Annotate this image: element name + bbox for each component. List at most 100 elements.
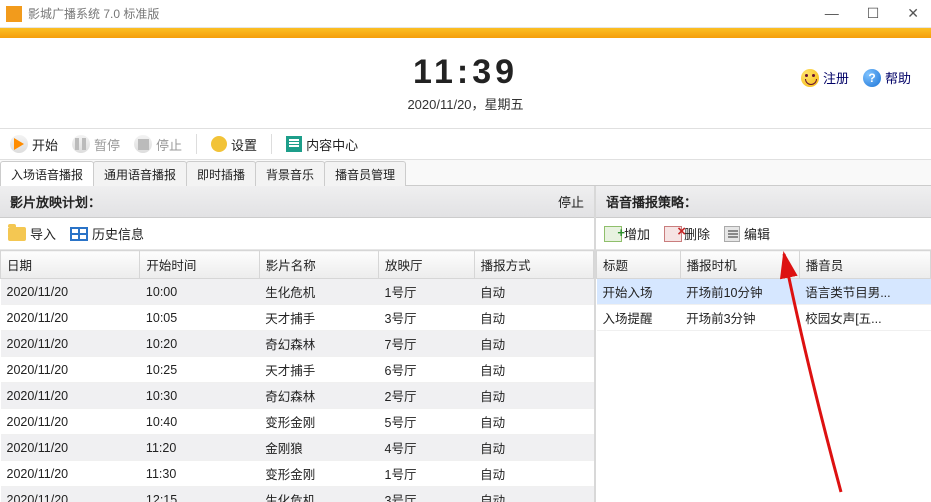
delete-button[interactable]: 删除 bbox=[664, 224, 710, 243]
table-row[interactable]: 2020/11/2010:40变形金刚5号厅自动 bbox=[1, 409, 594, 435]
left-sub-toolbar: 导入 历史信息 bbox=[0, 218, 594, 250]
table-cell: 2020/11/20 bbox=[1, 487, 140, 502]
table-cell: 10:05 bbox=[140, 305, 259, 331]
edit-label: 编辑 bbox=[744, 224, 770, 243]
table-row[interactable]: 2020/11/2011:20金刚狼4号厅自动 bbox=[1, 435, 594, 461]
split-panes: 影片放映计划： 停止 导入 历史信息 日期开始时间影片名称放映厅播报方式 202… bbox=[0, 186, 931, 502]
tab-4[interactable]: 播音员管理 bbox=[324, 161, 406, 186]
import-button[interactable]: 导入 bbox=[8, 224, 56, 243]
pause-label: 暂停 bbox=[94, 135, 120, 154]
table-cell: 7号厅 bbox=[379, 331, 475, 357]
settings-button[interactable]: 设置 bbox=[211, 135, 257, 154]
table-row[interactable]: 2020/11/2010:05天才捕手3号厅自动 bbox=[1, 305, 594, 331]
start-button[interactable]: 开始 bbox=[10, 135, 58, 154]
table-row[interactable]: 2020/11/2012:15生化危机3号厅自动 bbox=[1, 487, 594, 502]
table-cell: 2020/11/20 bbox=[1, 435, 140, 461]
add-label: 增加 bbox=[624, 224, 650, 243]
right-pane-title: 语音播报策略： bbox=[606, 192, 697, 211]
table-cell: 1号厅 bbox=[379, 461, 475, 487]
column-header[interactable]: 日期 bbox=[1, 251, 140, 279]
play-icon bbox=[10, 135, 28, 153]
grid-icon bbox=[70, 227, 88, 241]
content-center-label: 内容中心 bbox=[306, 135, 358, 154]
table-cell: 自动 bbox=[474, 357, 593, 383]
edit-button[interactable]: 编辑 bbox=[724, 224, 770, 243]
minimize-button[interactable]: — bbox=[825, 5, 839, 22]
edit-icon bbox=[724, 226, 740, 242]
tab-1[interactable]: 通用语音播报 bbox=[93, 161, 187, 186]
left-pane: 影片放映计划： 停止 导入 历史信息 日期开始时间影片名称放映厅播报方式 202… bbox=[0, 186, 596, 502]
column-header[interactable]: 播音员 bbox=[799, 251, 930, 279]
stop-label: 停止 bbox=[156, 135, 182, 154]
column-header[interactable]: 标题 bbox=[597, 251, 681, 279]
close-button[interactable]: ✕ bbox=[907, 5, 919, 22]
add-icon bbox=[604, 226, 622, 242]
help-button[interactable]: ? 帮助 bbox=[863, 68, 911, 87]
table-cell: 自动 bbox=[474, 435, 593, 461]
pause-button[interactable]: 暂停 bbox=[72, 135, 120, 154]
clock-date: 2020/11/20，星期五 bbox=[407, 94, 523, 113]
right-grid[interactable]: 标题播报时机播音员 开始入场开场前10分钟语言类节目男...入场提醒开场前3分钟… bbox=[596, 250, 931, 331]
table-cell: 6号厅 bbox=[379, 357, 475, 383]
help-icon: ? bbox=[863, 69, 881, 87]
table-cell: 自动 bbox=[474, 279, 593, 305]
table-row[interactable]: 2020/11/2010:00生化危机1号厅自动 bbox=[1, 279, 594, 305]
table-cell: 2020/11/20 bbox=[1, 331, 140, 357]
delete-label: 删除 bbox=[684, 224, 710, 243]
app-icon bbox=[6, 6, 22, 22]
table-cell: 金刚狼 bbox=[259, 435, 378, 461]
table-cell: 变形金刚 bbox=[259, 461, 378, 487]
register-button[interactable]: 注册 bbox=[801, 68, 849, 87]
clock-area: 11:39 2020/11/20，星期五 注册 ? 帮助 bbox=[0, 38, 931, 128]
table-row[interactable]: 2020/11/2011:30变形金刚1号厅自动 bbox=[1, 461, 594, 487]
table-cell: 3号厅 bbox=[379, 305, 475, 331]
table-cell: 自动 bbox=[474, 461, 593, 487]
tab-2[interactable]: 即时插播 bbox=[186, 161, 256, 186]
table-cell: 自动 bbox=[474, 305, 593, 331]
table-cell: 2020/11/20 bbox=[1, 409, 140, 435]
clock-time: 11:39 bbox=[413, 53, 518, 92]
right-table-head: 标题播报时机播音员 bbox=[597, 251, 931, 279]
table-cell: 2020/11/20 bbox=[1, 305, 140, 331]
delete-icon bbox=[664, 226, 682, 242]
table-cell: 生化危机 bbox=[259, 279, 378, 305]
import-label: 导入 bbox=[30, 224, 56, 243]
table-cell: 变形金刚 bbox=[259, 409, 378, 435]
column-header[interactable]: 放映厅 bbox=[379, 251, 475, 279]
table-row[interactable]: 入场提醒开场前3分钟校园女声[五... bbox=[597, 305, 931, 331]
column-header[interactable]: 开始时间 bbox=[140, 251, 259, 279]
content-center-button[interactable]: 内容中心 bbox=[286, 135, 358, 154]
table-cell: 12:15 bbox=[140, 487, 259, 502]
table-cell: 10:30 bbox=[140, 383, 259, 409]
table-cell: 2020/11/20 bbox=[1, 461, 140, 487]
tab-0[interactable]: 入场语音播报 bbox=[0, 161, 94, 186]
table-cell: 开场前3分钟 bbox=[680, 305, 799, 331]
right-sub-toolbar: 增加 删除 编辑 bbox=[596, 218, 931, 250]
table-cell: 2020/11/20 bbox=[1, 357, 140, 383]
left-grid[interactable]: 日期开始时间影片名称放映厅播报方式 2020/11/2010:00生化危机1号厅… bbox=[0, 250, 594, 502]
settings-label: 设置 bbox=[231, 135, 257, 154]
table-row[interactable]: 开始入场开场前10分钟语言类节目男... bbox=[597, 279, 931, 305]
table-cell: 生化危机 bbox=[259, 487, 378, 502]
table-cell: 自动 bbox=[474, 331, 593, 357]
left-stop-button[interactable]: 停止 bbox=[558, 192, 584, 211]
table-cell: 奇幻森林 bbox=[259, 383, 378, 409]
add-button[interactable]: 增加 bbox=[604, 224, 650, 243]
tab-3[interactable]: 背景音乐 bbox=[255, 161, 325, 186]
column-header[interactable]: 播报时机 bbox=[680, 251, 799, 279]
table-row[interactable]: 2020/11/2010:30奇幻森林2号厅自动 bbox=[1, 383, 594, 409]
table-cell: 奇幻森林 bbox=[259, 331, 378, 357]
column-header[interactable]: 播报方式 bbox=[474, 251, 593, 279]
history-button[interactable]: 历史信息 bbox=[70, 224, 144, 243]
column-header[interactable]: 影片名称 bbox=[259, 251, 378, 279]
table-row[interactable]: 2020/11/2010:20奇幻森林7号厅自动 bbox=[1, 331, 594, 357]
maximize-button[interactable]: ☐ bbox=[867, 5, 880, 22]
pause-icon bbox=[72, 135, 90, 153]
folder-icon bbox=[8, 227, 26, 241]
table-row[interactable]: 2020/11/2010:25天才捕手6号厅自动 bbox=[1, 357, 594, 383]
right-pane: 语音播报策略： 增加 删除 编辑 标题播报时机播音员 开始入场开场前10分钟语言… bbox=[596, 186, 931, 502]
left-pane-header: 影片放映计划： 停止 bbox=[0, 186, 594, 218]
main-toolbar: 开始 暂停 停止 设置 内容中心 bbox=[0, 128, 931, 160]
stop-button[interactable]: 停止 bbox=[134, 135, 182, 154]
history-label: 历史信息 bbox=[92, 224, 144, 243]
